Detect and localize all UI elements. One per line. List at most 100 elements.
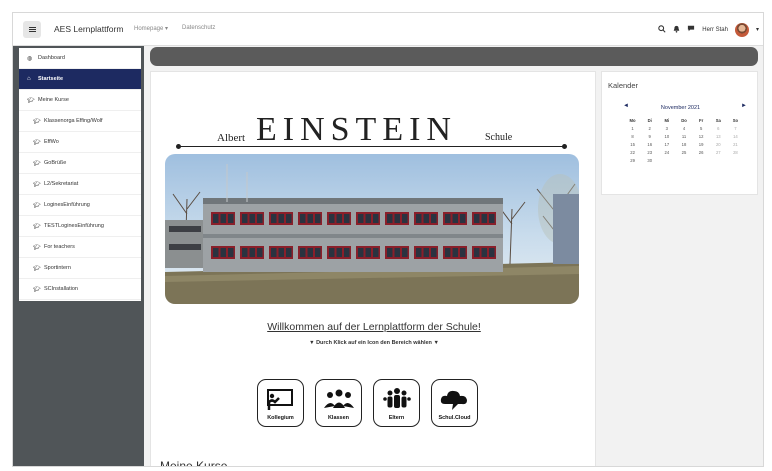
- section-title-meine-kurse: Meine Kurse: [160, 459, 228, 467]
- hamburger-icon: [28, 29, 36, 30]
- calendar-day[interactable]: 11: [675, 134, 692, 140]
- calendar-day[interactable]: 14: [727, 134, 744, 140]
- tile-kollegium[interactable]: Kollegium: [257, 379, 304, 427]
- sidebar-item-course[interactable]: 🎓︎ GoBrüße: [19, 153, 141, 174]
- sidebar-item-course[interactable]: 🎓︎ Sportintern: [19, 258, 141, 279]
- graduation-cap-icon: 🎓︎: [33, 265, 41, 272]
- menu-toggle-button[interactable]: [23, 21, 41, 38]
- sidebar-item-course[interactable]: 🎓︎ L2/Sekretariat: [19, 174, 141, 195]
- sidebar-item-dashboard[interactable]: ◍ Dashboard: [19, 48, 141, 69]
- nav-link-homepage[interactable]: Homepage ▾: [134, 25, 168, 32]
- area-tiles: Kollegium Klassen Eltern Schul.Cloud: [257, 379, 478, 429]
- sidebar-item-meine-kurse[interactable]: 🎓︎ Meine Kurse: [19, 90, 141, 111]
- calendar-day[interactable]: 26: [693, 150, 710, 156]
- calendar-weekday: Mo: [629, 118, 636, 123]
- welcome-link[interactable]: Willkommen auf der Lernplattform der Sch…: [151, 321, 597, 333]
- sidebar-item-course[interactable]: 🎓︎ LoginesEinführung: [19, 195, 141, 216]
- user-name[interactable]: Herr Stah: [702, 27, 728, 33]
- graduation-cap-icon: 🎓︎: [33, 223, 41, 230]
- calendar-day[interactable]: 5: [693, 126, 710, 132]
- graduation-cap-icon: 🎓︎: [33, 118, 41, 125]
- calendar-day[interactable]: 19: [693, 142, 710, 148]
- graduation-cap-icon: 🎓︎: [33, 139, 41, 146]
- hint-text: ▼ Durch Klick auf ein Icon den Bereich w…: [309, 340, 439, 346]
- logo-schule: Schule: [485, 132, 513, 143]
- calendar-day[interactable]: 30: [641, 158, 658, 164]
- students-group-icon: [323, 389, 354, 408]
- calendar-month[interactable]: November 2021: [602, 105, 759, 111]
- calendar-day[interactable]: 4: [675, 126, 692, 132]
- sidebar-item-course[interactable]: 🎓︎ SCInstallation: [19, 279, 141, 300]
- calendar-weekday: Do: [681, 118, 687, 123]
- logo-rule-dot: [562, 144, 567, 149]
- calendar-weekday: Fr: [699, 118, 704, 123]
- chat-icon[interactable]: [687, 25, 695, 34]
- sidebar-item-course[interactable]: 🎓︎ TESTLoginesEinführung: [19, 216, 141, 237]
- calendar-title: Kalender: [608, 81, 639, 90]
- calendar-day[interactable]: 8: [624, 134, 641, 140]
- calendar-day[interactable]: 2: [641, 126, 658, 132]
- calendar-block: Kalender ◄ November 2021 ► Mo Di Mi Do Fr Sa S…: [601, 71, 758, 195]
- calendar-next-icon[interactable]: ►: [741, 103, 747, 109]
- calendar-weekday: Di: [647, 118, 652, 123]
- calendar-weekday: So: [732, 118, 739, 123]
- graduation-cap-icon: 🎓︎: [33, 181, 41, 188]
- tile-schul-cloud[interactable]: Schul.Cloud: [431, 379, 478, 427]
- sidebar-item-startseite[interactable]: ⌂ Startseite: [19, 69, 141, 90]
- calendar-day[interactable]: 12: [693, 134, 710, 140]
- calendar-day[interactable]: 7: [727, 126, 744, 132]
- calendar-day[interactable]: 10: [658, 134, 675, 140]
- calendar-day[interactable]: 13: [710, 134, 727, 140]
- calendar-day[interactable]: 18: [675, 142, 692, 148]
- cloud-chat-icon: [440, 390, 467, 410]
- calendar-day[interactable]: 6: [710, 126, 727, 132]
- graduation-cap-icon: 🎓︎: [33, 286, 41, 293]
- tile-label: Kollegium: [267, 415, 294, 421]
- logo-albert: Albert: [217, 132, 246, 144]
- graduation-cap-icon: 🎓︎: [27, 97, 35, 104]
- browser-viewport: AES Lernplattform Homepage ▾ Datenschutz…: [12, 12, 764, 467]
- calendar-day[interactable]: 23: [641, 150, 658, 156]
- calendar-day[interactable]: 15: [624, 142, 641, 148]
- logo-rule-dot: [176, 144, 181, 149]
- calendar-day[interactable]: 3: [658, 126, 675, 132]
- calendar-weekday: Mi: [664, 118, 670, 123]
- bell-icon[interactable]: [673, 25, 680, 35]
- site-brand[interactable]: AES Lernplattform: [54, 24, 123, 34]
- calendar-day[interactable]: 25: [675, 150, 692, 156]
- screenshot-frame: AES Lernplattform Homepage ▾ Datenschutz…: [0, 0, 772, 471]
- calendar-day[interactable]: 17: [658, 142, 675, 148]
- tile-label: Klassen: [327, 415, 350, 421]
- calendar-day[interactable]: 22: [624, 150, 641, 156]
- graduation-cap-icon: 🎓︎: [33, 244, 41, 251]
- sidebar-item-course[interactable]: 🎓︎ Klassenorga Effing/Wolf: [19, 111, 141, 132]
- dashboard-icon: ◍: [27, 55, 33, 62]
- tile-label: Eltern: [388, 415, 405, 421]
- calendar-day[interactable]: 16: [641, 142, 658, 148]
- sidebar-nav: ◍ Dashboard ⌂ Startseite 🎓︎ Meine Kurse 🎓︎ K…: [19, 48, 141, 301]
- search-icon[interactable]: [658, 24, 666, 35]
- parents-group-icon: [382, 388, 411, 408]
- home-icon: ⌂: [27, 76, 31, 82]
- avatar[interactable]: [734, 22, 749, 37]
- sidebar-item-course[interactable]: 🎓︎ For teachers: [19, 237, 141, 258]
- chevron-down-icon[interactable]: ▾: [756, 26, 759, 33]
- calendar-day[interactable]: 27: [710, 150, 727, 156]
- nav-link-datenschutz[interactable]: Datenschutz: [182, 25, 215, 31]
- calendar-weekday: Sa: [715, 118, 721, 123]
- sidebar-item-course[interactable]: 🎓︎ EffWo: [19, 132, 141, 153]
- calendar-day[interactable]: 28: [727, 150, 744, 156]
- calendar-day[interactable]: 24: [658, 150, 675, 156]
- tile-eltern[interactable]: Eltern: [373, 379, 420, 427]
- calendar-day[interactable]: 9: [641, 134, 658, 140]
- navbar-actions: Herr Stah ▾: [658, 21, 759, 38]
- sidebar: ◍ Dashboard ⌂ Startseite 🎓︎ Meine Kurse 🎓︎ K…: [13, 46, 144, 466]
- school-building-photo: [165, 154, 579, 304]
- graduation-cap-icon: 🎓︎: [33, 202, 41, 209]
- calendar-day[interactable]: 20: [710, 142, 727, 148]
- calendar-day[interactable]: 29: [624, 158, 641, 164]
- tile-label: Schul.Cloud: [438, 415, 471, 421]
- calendar-day[interactable]: 1: [624, 126, 641, 132]
- calendar-day[interactable]: 21: [727, 142, 744, 148]
- tile-klassen[interactable]: Klassen: [315, 379, 362, 427]
